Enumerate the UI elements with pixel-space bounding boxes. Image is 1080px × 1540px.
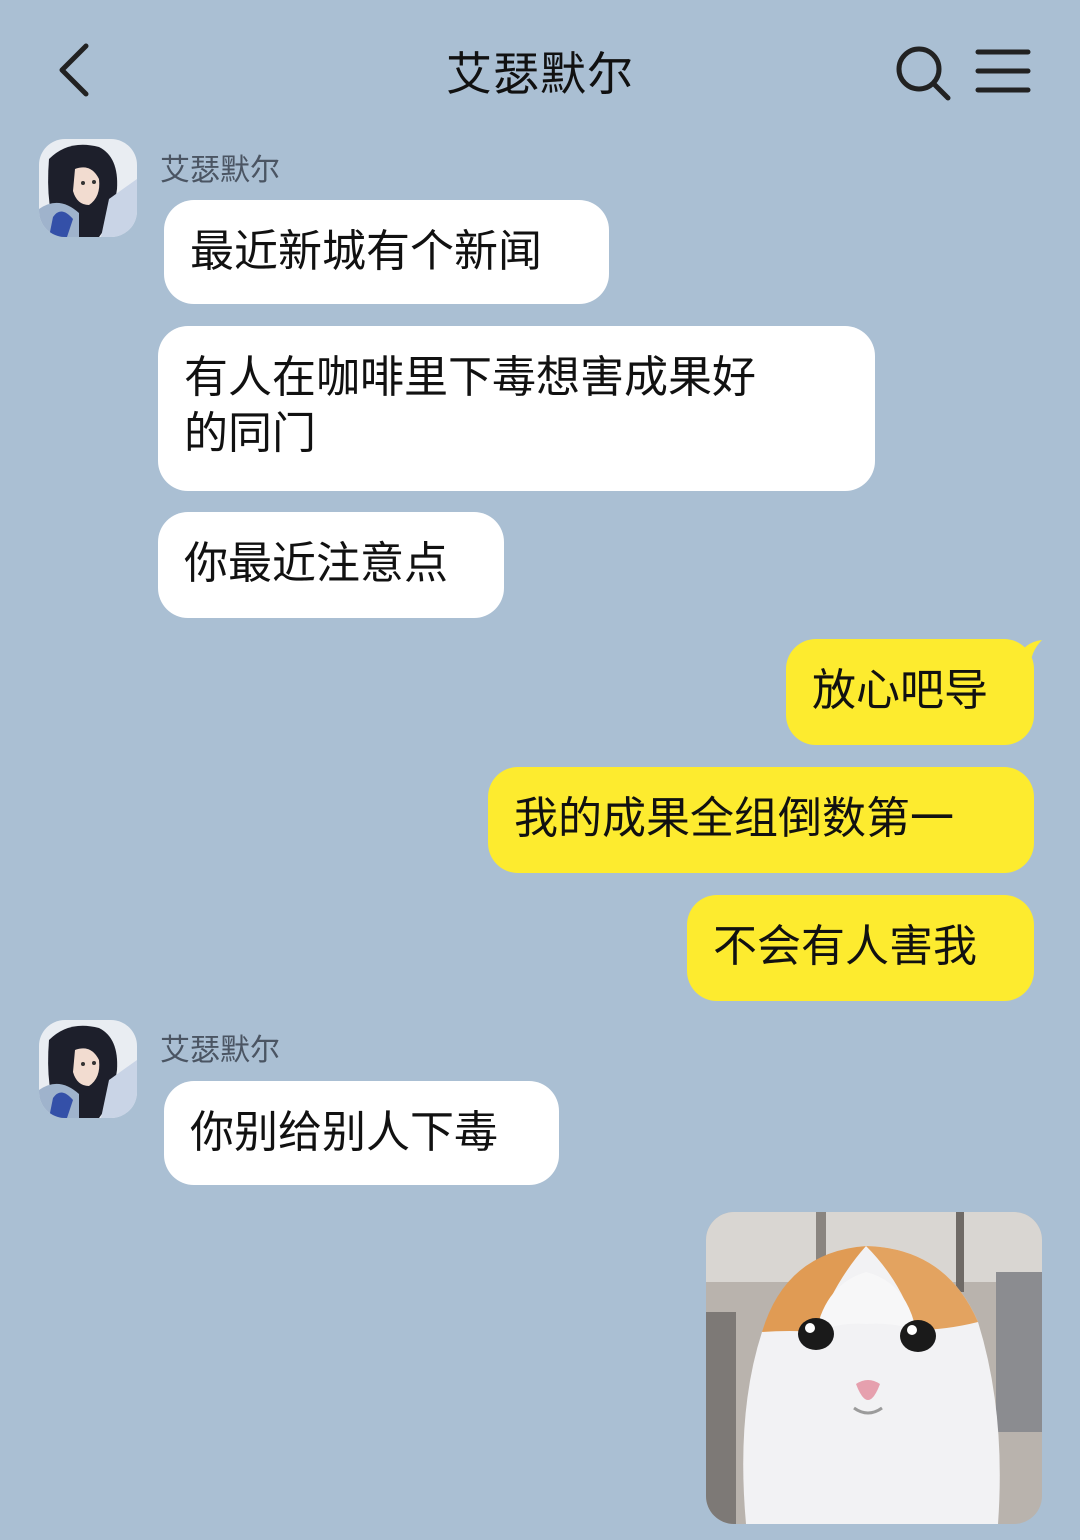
cat-sticker[interactable] [706,1212,1042,1524]
avatar[interactable] [39,1020,137,1118]
menu-icon [975,49,1031,93]
cat-sticker-image [706,1212,1042,1524]
avatar-image [39,1020,137,1118]
sender-name: 艾瑟默尔 [160,153,280,188]
chat-header: 艾瑟默尔 [0,0,1080,140]
avatar-image [39,139,137,237]
message-bubble[interactable]: 你别给别人下毒 [164,1081,559,1185]
search-icon [896,46,951,101]
sender-name: 艾瑟默尔 [160,1033,280,1068]
message-bubble[interactable]: 不会有人害我 [687,895,1034,1001]
message-bubble[interactable]: 有人在咖啡里下毒想害成果好 的同门 [158,326,875,491]
message-bubble[interactable]: 我的成果全组倒数第一 [488,767,1034,873]
message-bubble[interactable]: 最近新城有个新闻 [164,200,609,304]
message-bubble[interactable]: 你最近注意点 [158,512,504,618]
menu-button[interactable] [970,40,1036,106]
message-bubble[interactable]: 放心吧导 [786,639,1034,745]
avatar[interactable] [39,139,137,237]
search-button[interactable] [888,38,958,108]
